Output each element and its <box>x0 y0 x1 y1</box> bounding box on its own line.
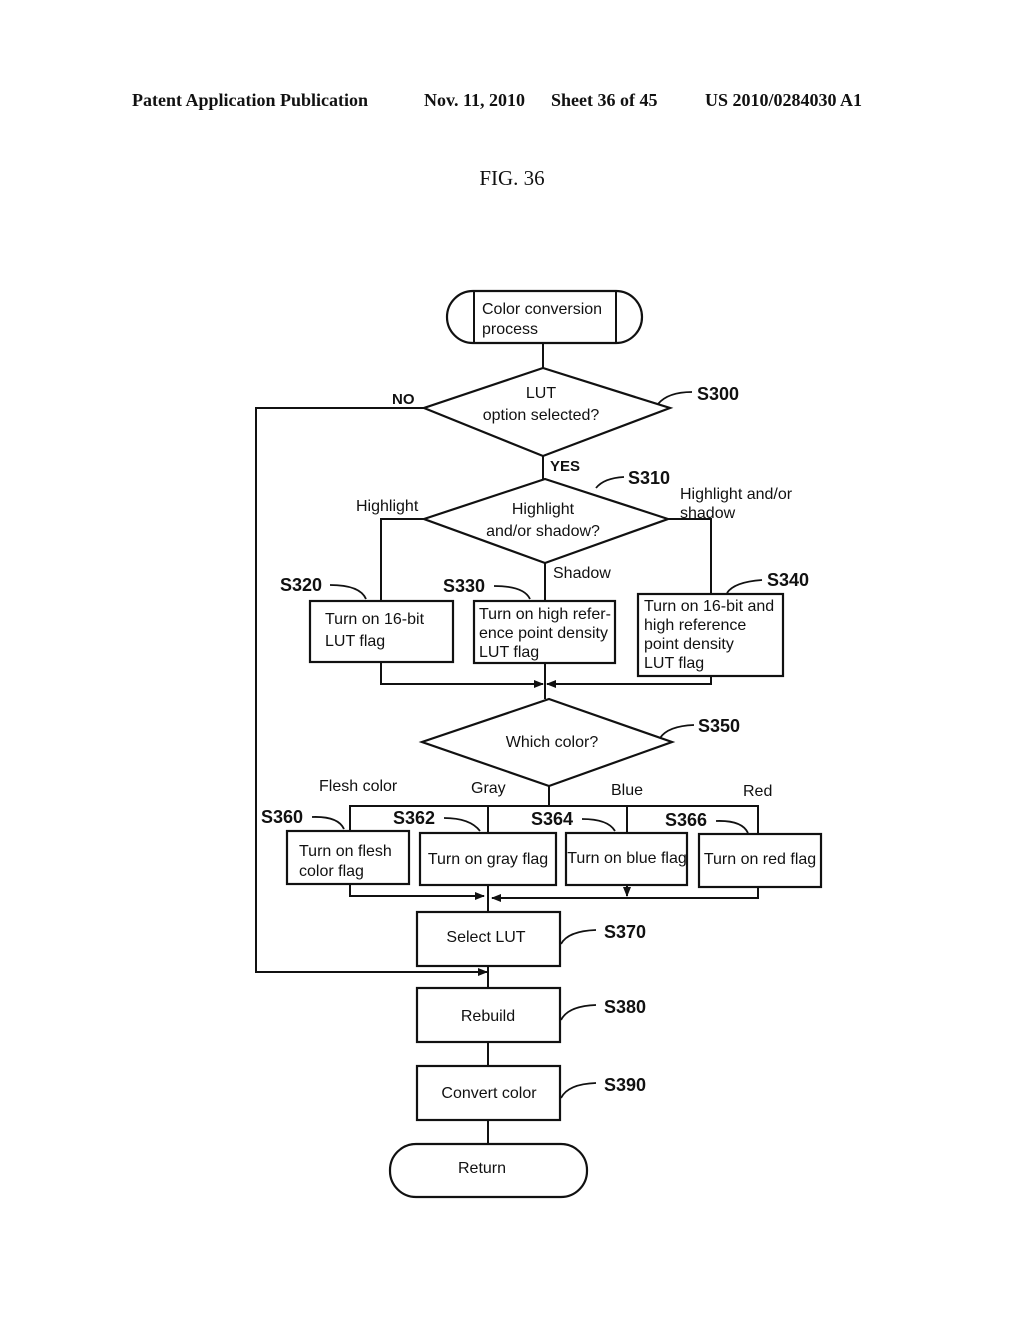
s310-branch-both-line2: shadow <box>680 505 736 522</box>
s390-label: Convert color <box>441 1085 537 1102</box>
s360-leader <box>311 816 345 830</box>
s320-leader <box>329 584 367 600</box>
s330-step-label: S330 <box>443 576 485 596</box>
connector-s366-merge <box>491 888 759 902</box>
s320-label-line1: Turn on 16-bit <box>325 611 425 628</box>
process-s360: Turn on flesh color flag S360 <box>261 807 411 886</box>
s360-label-line2: color flag <box>299 863 364 880</box>
s366-label: Turn on red flag <box>704 851 816 868</box>
s366-leader <box>715 820 749 834</box>
s310-branch-both-line1: Highlight and/or <box>680 486 793 503</box>
flowchart: Color conversion process LUT option sele… <box>255 289 823 1199</box>
s310-branch-highlight: Highlight <box>356 498 419 515</box>
s300-step-label: S300 <box>697 384 739 404</box>
s364-step-label: S364 <box>531 809 573 829</box>
s320-step-label: S320 <box>280 575 322 595</box>
s350-label: Which color? <box>506 734 599 751</box>
process-s340: Turn on 16-bit and high reference point … <box>636 570 809 678</box>
s364-leader <box>581 818 616 832</box>
s310-label-line1: Highlight <box>512 501 575 518</box>
s380-step-label: S380 <box>604 997 646 1017</box>
process-s370: Select LUT S370 <box>415 910 646 968</box>
s300-label-line2: option selected? <box>483 407 600 424</box>
decision-s310: Highlight and/or shadow? Highlight Shado… <box>356 468 793 582</box>
s366-step-label: S366 <box>665 810 707 830</box>
start-label-line1: Color conversion <box>482 301 602 318</box>
s320-label-line2: LUT flag <box>325 633 385 650</box>
s340-label-line2: high reference <box>644 617 746 634</box>
s330-leader <box>493 585 531 600</box>
process-s390: Convert color S390 <box>415 1064 646 1122</box>
s350-branch-red: Red <box>743 783 772 800</box>
end-terminal: Return <box>388 1142 589 1199</box>
end-label: Return <box>458 1160 506 1177</box>
s330-label-line1: Turn on high refer- <box>479 606 611 623</box>
s330-label-line3: LUT flag <box>479 644 539 661</box>
connector-s340-merge <box>546 676 712 688</box>
connector-no-branch <box>255 407 488 976</box>
s340-step-label: S340 <box>767 570 809 590</box>
s330-label-line2: ence point density <box>479 625 608 642</box>
s362-step-label: S362 <box>393 808 435 828</box>
s310-leader <box>595 476 625 489</box>
connector-highlight-shadow <box>668 518 712 594</box>
s350-step-label: S350 <box>698 716 740 736</box>
s370-step-label: S370 <box>604 922 646 942</box>
start-terminal: Color conversion process <box>445 289 644 345</box>
s300-yes-label: YES <box>550 458 580 475</box>
process-s366: Turn on red flag S366 <box>665 810 823 889</box>
s360-label-line1: Turn on flesh <box>299 843 392 860</box>
s340-label-line4: LUT flag <box>644 655 704 672</box>
s380-leader <box>560 1004 597 1021</box>
connector-highlight <box>380 518 424 601</box>
s310-step-label: S310 <box>628 468 670 488</box>
s364-label: Turn on blue flag <box>567 850 686 867</box>
s390-leader <box>560 1082 597 1099</box>
s340-label-line3: point density <box>644 636 734 653</box>
s362-label: Turn on gray flag <box>428 851 548 868</box>
process-s330: Turn on high refer- ence point density L… <box>443 576 617 665</box>
decision-s350: Which color? Flesh color Gray Blue Red S… <box>319 697 772 800</box>
process-s320: Turn on 16-bit LUT flag S320 <box>280 575 455 664</box>
s370-label: Select LUT <box>446 929 525 946</box>
s380-label: Rebuild <box>461 1008 515 1025</box>
connector-s320-merge <box>380 662 544 688</box>
process-s380: Rebuild S380 <box>415 986 646 1044</box>
s362-leader <box>443 817 481 832</box>
s340-label-line1: Turn on 16-bit and <box>644 598 774 615</box>
s340-leader <box>726 579 763 594</box>
start-label-line2: process <box>482 321 538 338</box>
s310-branch-shadow: Shadow <box>553 565 611 582</box>
s300-leader <box>657 391 693 405</box>
s350-branch-blue: Blue <box>611 782 643 799</box>
s300-label-line1: LUT <box>526 385 556 402</box>
s360-step-label: S360 <box>261 807 303 827</box>
s350-branch-flesh: Flesh color <box>319 778 398 795</box>
s370-leader <box>560 929 597 945</box>
s350-leader <box>659 724 695 739</box>
s310-label-line2: and/or shadow? <box>486 523 600 540</box>
s300-no-label: NO <box>392 391 415 408</box>
s350-branch-gray: Gray <box>471 780 506 797</box>
decision-s300: LUT option selected? NO YES S300 <box>392 366 739 475</box>
s390-step-label: S390 <box>604 1075 646 1095</box>
